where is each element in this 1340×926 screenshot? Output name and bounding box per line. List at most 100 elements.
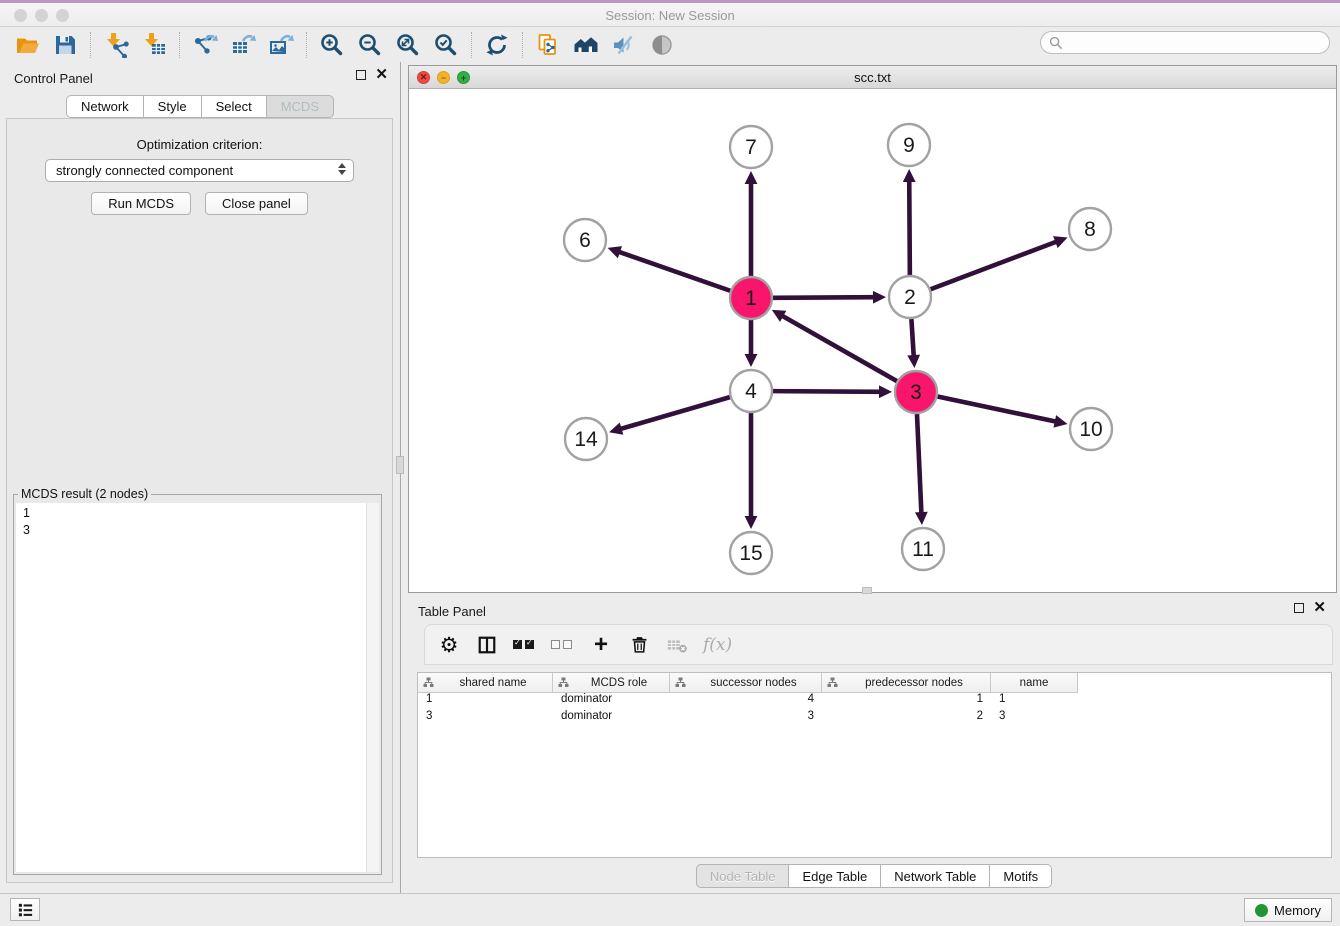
table-header-row: shared nameMCDS rolesuccessor nodesprede…	[418, 673, 1331, 693]
result-scrollbar[interactable]	[366, 503, 379, 872]
table-cell[interactable]: dominator	[553, 710, 670, 727]
table-cell[interactable]: 2	[822, 710, 991, 727]
column-header-name[interactable]: name	[991, 673, 1078, 693]
table-cell[interactable]: 1	[991, 693, 1078, 710]
show-columns-icon[interactable]	[475, 631, 499, 659]
main-toolbar	[0, 27, 1340, 62]
export-table-button[interactable]	[224, 30, 262, 60]
graph-edge-1-2[interactable]	[773, 297, 875, 298]
tab-network-table[interactable]: Network Table	[881, 864, 990, 888]
export-network-button[interactable]	[186, 30, 224, 60]
close-panel-icon[interactable]: ✕	[375, 70, 388, 80]
open-folder-button[interactable]	[8, 30, 46, 60]
graph-edge-3-11[interactable]	[917, 414, 921, 514]
tab-network[interactable]: Network	[66, 95, 144, 118]
import-table-button[interactable]	[135, 30, 173, 60]
graph-edge-2-8[interactable]	[931, 241, 1058, 289]
column-header-MCDS-role[interactable]: MCDS role	[553, 673, 670, 693]
zoom-out-button[interactable]	[351, 30, 389, 60]
refresh-icon	[484, 32, 510, 58]
run-mcds-button[interactable]: Run MCDS	[91, 192, 191, 215]
mute-button[interactable]	[605, 30, 643, 60]
node-table[interactable]: shared nameMCDS rolesuccessor nodesprede…	[417, 672, 1332, 858]
column-type-icon	[675, 677, 686, 688]
graph-arrowhead-1-4	[745, 354, 758, 367]
select-all-columns-icon[interactable]	[513, 631, 537, 659]
graph-edge-4-3[interactable]	[773, 391, 881, 392]
graph-edge-4-14[interactable]	[620, 397, 730, 429]
toolbar-separator	[306, 32, 307, 58]
zoom-fit-button[interactable]	[389, 30, 427, 60]
column-type-icon	[558, 677, 569, 688]
graph-edge-1-6[interactable]	[618, 252, 730, 291]
result-line: 3	[23, 522, 30, 539]
toolbar-separator	[471, 32, 472, 58]
control-panel-tabs: NetworkStyleSelectMCDS	[0, 95, 400, 118]
memory-button[interactable]: Memory	[1244, 898, 1332, 922]
split-pane-handle-horizontal[interactable]	[862, 587, 872, 594]
create-column-icon[interactable]: +	[589, 631, 613, 659]
table-cell[interactable]: 3	[670, 710, 822, 727]
home-button[interactable]	[567, 30, 605, 60]
graph-edge-2-3[interactable]	[911, 319, 913, 357]
delete-rows-trash-icon[interactable]	[627, 631, 651, 659]
optimization-criterion-select[interactable]: strongly connected component	[45, 159, 354, 182]
graph-arrowhead-3-11	[915, 512, 928, 525]
os-titlebar: Session: New Session	[0, 0, 1340, 27]
graph-node-label-3: 3	[910, 381, 922, 404]
column-header-shared-name[interactable]: shared name	[418, 673, 553, 693]
table-row[interactable]: 3dominator323	[418, 710, 1331, 727]
refresh-button[interactable]	[478, 30, 516, 60]
table-cell[interactable]: 1	[418, 693, 553, 710]
tab-motifs[interactable]: Motifs	[990, 864, 1052, 888]
unselect-all-columns-icon[interactable]	[551, 631, 575, 659]
column-header-predecessor-nodes[interactable]: predecessor nodes	[822, 673, 991, 693]
split-pane-handle-vertical[interactable]	[396, 456, 404, 474]
graph-node-label-14: 14	[574, 428, 598, 451]
export-image-button[interactable]	[262, 30, 300, 60]
table-cell[interactable]: 1	[822, 693, 991, 710]
float-panel-icon[interactable]	[356, 70, 366, 80]
mcds-result-textarea[interactable]: 13	[16, 503, 379, 872]
column-type-icon	[827, 677, 838, 688]
table-row[interactable]: 1dominator411	[418, 693, 1331, 710]
toolbar-separator	[90, 32, 91, 58]
graph-node-label-1: 1	[745, 287, 757, 310]
graph-arrowhead-4-15	[745, 516, 758, 529]
graph-edge-3-10[interactable]	[938, 397, 1057, 422]
graph-arrowhead-2-3	[907, 355, 920, 368]
tab-node-table[interactable]: Node Table	[696, 864, 790, 888]
result-line: 1	[23, 505, 30, 522]
save-button[interactable]	[46, 30, 84, 60]
close-table-panel-icon[interactable]: ✕	[1313, 603, 1326, 613]
graph-edge-2-9[interactable]	[909, 180, 910, 275]
tab-edge-table[interactable]: Edge Table	[789, 864, 881, 888]
delete-column-icon	[665, 631, 689, 659]
graph-edge-3-1[interactable]	[781, 315, 896, 381]
zoom-selected-button[interactable]	[427, 30, 465, 60]
table-panel: Table Panel ✕ ⚙ + f(x) shared nameMCDS r…	[408, 595, 1340, 893]
network-canvas[interactable]: 7968124314101511	[409, 89, 1336, 592]
zoom-in-button[interactable]	[313, 30, 351, 60]
import-network-icon	[103, 32, 129, 58]
table-settings-gear-icon[interactable]: ⚙	[437, 631, 461, 659]
share-document-button[interactable]	[529, 30, 567, 60]
table-cell[interactable]: 4	[670, 693, 822, 710]
table-cell[interactable]: 3	[418, 710, 553, 727]
tab-style[interactable]: Style	[144, 95, 202, 118]
network-frame-titlebar[interactable]: ✕ − + scc.txt	[409, 66, 1336, 89]
mcds-result-group: MCDS result (2 nodes) 13	[13, 494, 382, 875]
tab-select[interactable]: Select	[202, 95, 267, 118]
search-input[interactable]	[1068, 36, 1308, 50]
table-cell[interactable]: dominator	[553, 693, 670, 710]
tab-mcds[interactable]: MCDS	[267, 95, 334, 118]
float-table-panel-icon[interactable]	[1294, 603, 1304, 613]
column-header-successor-nodes[interactable]: successor nodes	[670, 673, 822, 693]
table-cell[interactable]: 3	[991, 710, 1078, 727]
eye-button[interactable]	[643, 30, 681, 60]
close-panel-button[interactable]: Close panel	[205, 192, 308, 215]
graph-node-label-11: 11	[912, 538, 934, 561]
import-network-button[interactable]	[97, 30, 135, 60]
task-history-button[interactable]	[10, 898, 40, 921]
search-box[interactable]	[1040, 31, 1330, 54]
